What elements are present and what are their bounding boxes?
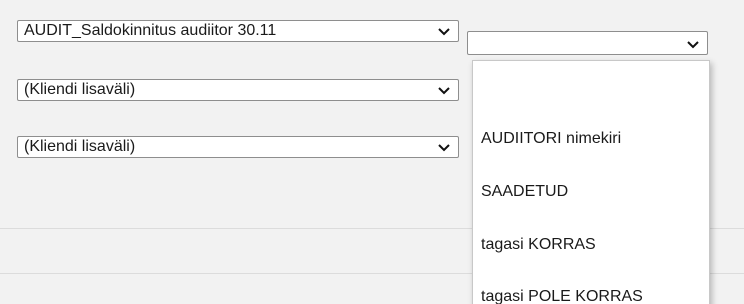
client-field-select-1-value: (Kliendi lisaväli) bbox=[24, 81, 136, 98]
chevron-down-icon bbox=[437, 24, 451, 38]
chevron-down-icon bbox=[686, 37, 700, 51]
chevron-down-icon bbox=[437, 140, 451, 154]
dropdown-option-empty[interactable] bbox=[481, 81, 701, 101]
client-field-select-1[interactable]: (Kliendi lisaväli) bbox=[17, 79, 459, 101]
filter-panel: AUDIT_Saldokinnitus audiitor 30.11 (Klie… bbox=[0, 0, 744, 304]
status-select[interactable] bbox=[467, 31, 708, 55]
chevron-down-icon bbox=[437, 83, 451, 97]
status-dropdown-list: AUDIITORI nimekiri SAADETUD tagasi KORRA… bbox=[472, 60, 710, 304]
report-select[interactable]: AUDIT_Saldokinnitus audiitor 30.11 bbox=[17, 20, 459, 42]
report-select-value: AUDIT_Saldokinnitus audiitor 30.11 bbox=[24, 22, 277, 39]
dropdown-option-tagasi-korras[interactable]: tagasi KORRAS bbox=[481, 236, 596, 254]
client-field-select-2[interactable]: (Kliendi lisaväli) bbox=[17, 136, 459, 158]
dropdown-option-audiitori-nimekiri[interactable]: AUDIITORI nimekiri bbox=[481, 130, 621, 148]
client-field-select-2-value: (Kliendi lisaväli) bbox=[24, 138, 136, 155]
dropdown-option-tagasi-pole-korras[interactable]: tagasi POLE KORRAS bbox=[481, 288, 643, 304]
dropdown-option-saadetud[interactable]: SAADETUD bbox=[481, 183, 568, 201]
